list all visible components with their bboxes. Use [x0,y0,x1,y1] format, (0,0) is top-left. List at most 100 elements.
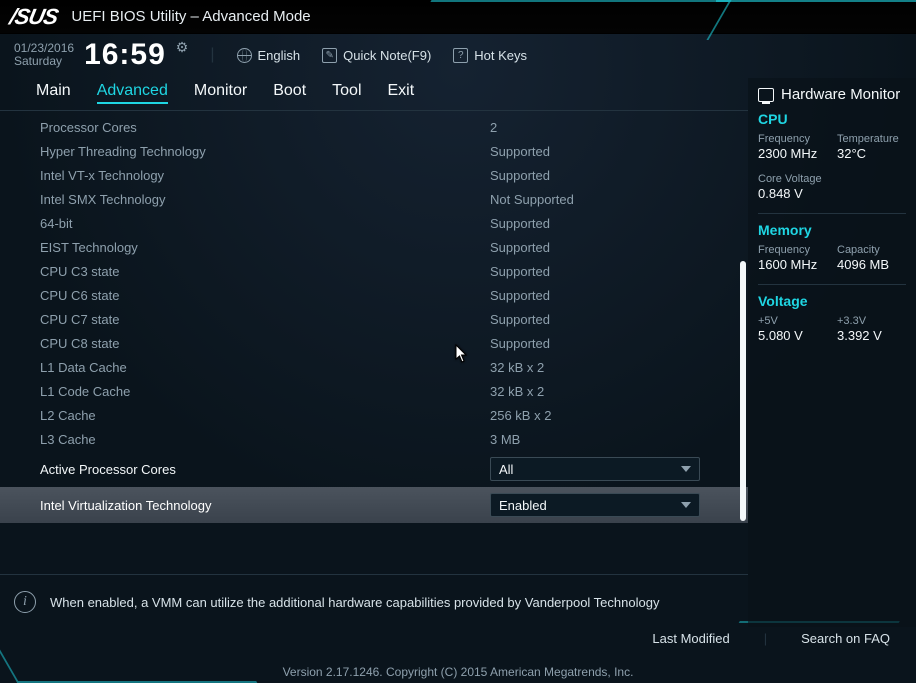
config-label: Intel Virtualization Technology [40,498,490,513]
language-label: English [258,48,301,63]
version-text: Version 2.17.1246. Copyright (C) 2015 Am… [0,665,916,679]
datetime: 01/23/2016 Saturday 16:59 ⚙ [14,38,188,72]
chevron-down-icon [681,502,691,508]
info-row: Intel VT-x TechnologySupported [0,163,748,187]
mem-freq-value: 1600 MHz [758,257,817,272]
hw-voltage-section: Voltage +5V5.080 V +3.3V3.392 V [758,293,906,345]
hw-cpu-section: CPU Frequency2300 MHz Temperature32°C Co… [758,111,906,214]
info-label: Hyper Threading Technology [40,144,490,159]
question-icon: ? [453,48,468,63]
hotkeys-label: Hot Keys [474,48,527,63]
info-label: Intel SMX Technology [40,192,490,207]
info-value: 256 kB x 2 [490,408,551,423]
volt-5v-label: +5V [758,315,827,327]
scrollbar[interactable] [740,111,746,574]
cpu-temp-value: 32°C [837,146,866,161]
help-text: When enabled, a VMM can utilize the addi… [50,595,659,610]
status-bar: 01/23/2016 Saturday 16:59 ⚙ | English ✎ … [0,34,916,76]
config-select-value: All [499,462,513,477]
info-value: Supported [490,144,550,159]
info-value: Not Supported [490,192,574,207]
info-value: 32 kB x 2 [490,384,544,399]
config-select[interactable]: All [490,457,700,481]
cpu-temp-label: Temperature [837,133,906,145]
scrollbar-thumb[interactable] [740,261,746,521]
volt-3v-label: +3.3V [837,315,906,327]
chevron-down-icon [681,466,691,472]
info-label: L1 Data Cache [40,360,490,375]
info-label: CPU C8 state [40,336,490,351]
monitor-icon [758,88,774,102]
config-select-value: Enabled [499,498,547,513]
day: Saturday [14,55,74,68]
cpu-freq-value: 2300 MHz [758,146,817,161]
tab-advanced[interactable]: Advanced [97,80,168,104]
info-row: L2 Cache256 kB x 2 [0,403,748,427]
hw-voltage-title: Voltage [758,293,906,309]
cpu-voltage-value: 0.848 V [758,186,803,201]
info-label: Intel VT-x Technology [40,168,490,183]
config-select[interactable]: Enabled [490,493,700,517]
info-value: Supported [490,336,550,351]
search-faq-link[interactable]: Search on FAQ [801,631,890,646]
mem-cap-label: Capacity [837,244,906,256]
info-label: CPU C7 state [40,312,490,327]
info-label: L2 Cache [40,408,490,423]
cpu-voltage-label: Core Voltage [758,173,906,185]
hw-memory-title: Memory [758,222,906,238]
info-label: EIST Technology [40,240,490,255]
info-row: CPU C7 stateSupported [0,307,748,331]
info-value: Supported [490,240,550,255]
info-row: CPU C6 stateSupported [0,283,748,307]
quick-note-button[interactable]: ✎ Quick Note(F9) [322,48,431,63]
tab-tool[interactable]: Tool [332,80,361,104]
hw-memory-section: Memory Frequency1600 MHz Capacity4096 MB [758,222,906,285]
tab-monitor[interactable]: Monitor [194,80,247,104]
volt-5v-value: 5.080 V [758,328,803,343]
info-value: Supported [490,264,550,279]
settings-panel: Processor Cores2Hyper Threading Technolo… [0,111,748,574]
info-row: Processor Cores2 [0,115,748,139]
config-row[interactable]: Active Processor Cores All [0,451,748,487]
info-icon: i [14,591,36,613]
help-panel: i When enabled, a VMM can utilize the ad… [0,574,748,627]
info-value: Supported [490,216,550,231]
info-value: 32 kB x 2 [490,360,544,375]
info-value: 3 MB [490,432,520,447]
info-label: CPU C3 state [40,264,490,279]
info-row: L3 Cache3 MB [0,427,748,451]
hotkeys-button[interactable]: ? Hot Keys [453,48,527,63]
globe-icon [237,48,252,63]
cpu-freq-label: Frequency [758,133,827,145]
info-row: L1 Code Cache32 kB x 2 [0,379,748,403]
tab-main[interactable]: Main [36,80,71,104]
hardware-monitor-panel: Hardware Monitor CPU Frequency2300 MHz T… [748,78,916,627]
config-label: Active Processor Cores [40,462,490,477]
brand-bar: /SUS UEFI BIOS Utility – Advanced Mode [0,0,916,34]
config-row[interactable]: Intel Virtualization Technology Enabled [0,487,748,523]
language-selector[interactable]: English [237,48,301,63]
mem-freq-label: Frequency [758,244,827,256]
info-value: Supported [490,168,550,183]
note-icon: ✎ [322,48,337,63]
last-modified-link[interactable]: Last Modified [652,631,729,646]
info-row: 64-bitSupported [0,211,748,235]
app-title: UEFI BIOS Utility – Advanced Mode [71,8,310,25]
info-value: 2 [490,120,497,135]
info-value: Supported [490,312,550,327]
hw-monitor-heading: Hardware Monitor [758,86,906,103]
info-label: L3 Cache [40,432,490,447]
footer-bar: Last Modified | Search on FAQ Version 2.… [0,627,916,683]
info-label: L1 Code Cache [40,384,490,399]
main-tabs: Main Advanced Monitor Boot Tool Exit [0,78,748,111]
info-label: Processor Cores [40,120,490,135]
info-row: CPU C3 stateSupported [0,259,748,283]
hw-title: Hardware Monitor [781,86,900,103]
logo: /SUS [7,4,74,30]
tab-boot[interactable]: Boot [273,80,306,104]
gear-icon[interactable]: ⚙ [176,39,189,56]
volt-3v-value: 3.392 V [837,328,882,343]
info-value: Supported [490,288,550,303]
tab-exit[interactable]: Exit [388,80,415,104]
quick-note-label: Quick Note(F9) [343,48,431,63]
